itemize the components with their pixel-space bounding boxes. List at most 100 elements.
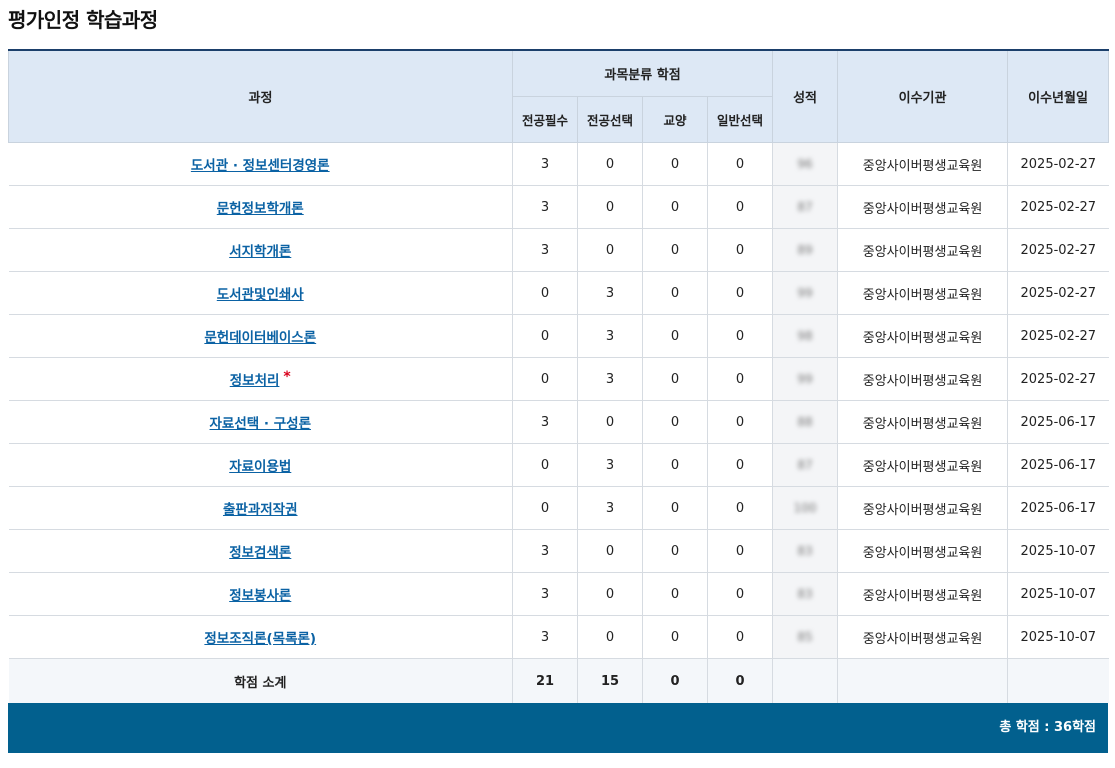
course-link[interactable]: 서지학개론 bbox=[229, 244, 291, 260]
course-link[interactable]: 정보검색론 bbox=[229, 545, 291, 561]
major-elective-cell: 3 bbox=[577, 357, 643, 401]
grade-value-blurred: 85 bbox=[797, 629, 813, 644]
course-cell: 도서관및인쇄사 bbox=[8, 271, 513, 315]
institution-cell: 중앙사이버평생교육원 bbox=[837, 357, 1008, 401]
liberal-arts-cell: 0 bbox=[642, 486, 708, 530]
completion-date-cell: 2025-10-07 bbox=[1007, 615, 1109, 659]
course-link[interactable]: 정보조직론(목록론) bbox=[204, 631, 316, 647]
liberal-arts-cell: 0 bbox=[642, 142, 708, 186]
required-star: * bbox=[283, 369, 291, 385]
course-cell: 문헌데이터베이스론 bbox=[8, 314, 513, 358]
completion-date-cell: 2025-02-27 bbox=[1007, 357, 1109, 401]
liberal-arts-cell: 0 bbox=[642, 400, 708, 444]
header-liberal-arts: 교양 bbox=[642, 96, 708, 143]
course-cell: 문헌정보학개론 bbox=[8, 185, 513, 229]
general-elective-cell: 0 bbox=[706, 271, 773, 315]
major-required-cell: 3 bbox=[512, 572, 578, 616]
major-required-cell: 0 bbox=[512, 486, 578, 530]
major-elective-cell: 0 bbox=[577, 529, 643, 573]
course-link[interactable]: 자료선택 · 구성론 bbox=[210, 416, 311, 432]
course-link[interactable]: 도서관및인쇄사 bbox=[217, 287, 304, 303]
completion-date-cell: 2025-06-17 bbox=[1007, 400, 1109, 444]
table-row: 정보처리 * 0 3 0 0 99 중앙사이버평생교육원 2025-02-27 bbox=[8, 357, 1109, 401]
major-elective-cell: 3 bbox=[577, 443, 643, 487]
general-elective-cell: 0 bbox=[706, 572, 773, 616]
course-link[interactable]: 출판과저작권 bbox=[223, 502, 298, 518]
subtotal-label: 학점 소계 bbox=[8, 658, 513, 703]
completion-date-cell: 2025-10-07 bbox=[1007, 529, 1109, 573]
grade-cell: 88 bbox=[772, 400, 838, 444]
completion-date-cell: 2025-02-27 bbox=[1007, 271, 1109, 315]
table-row: 문헌데이터베이스론 0 3 0 0 98 중앙사이버평생교육원 2025-02-27 bbox=[8, 314, 1109, 358]
course-table-container: 과정 과목분류 학점 성적 이수기관 이수년월일 전공필수 전공선택 교양 일반… bbox=[8, 49, 1110, 753]
grade-cell: 100 bbox=[772, 486, 838, 530]
header-major-required: 전공필수 bbox=[512, 96, 578, 143]
course-link[interactable]: 자료이용법 bbox=[229, 459, 291, 475]
general-elective-cell: 0 bbox=[706, 615, 773, 659]
course-cell: 정보처리 * bbox=[8, 357, 513, 401]
grade-value-blurred: 88 bbox=[797, 414, 813, 429]
grade-value-blurred: 99 bbox=[797, 285, 813, 300]
header-grade: 성적 bbox=[772, 49, 839, 143]
table-row: 문헌정보학개론 3 0 0 0 87 중앙사이버평생교육원 2025-02-27 bbox=[8, 185, 1109, 229]
course-cell: 자료이용법 bbox=[8, 443, 513, 487]
grade-cell: 99 bbox=[772, 357, 838, 401]
total-credits: 총 학점 : 36학점 bbox=[999, 720, 1096, 735]
course-cell: 정보봉사론 bbox=[8, 572, 513, 616]
liberal-arts-cell: 0 bbox=[642, 572, 708, 616]
completion-date-cell: 2025-02-27 bbox=[1007, 142, 1109, 186]
header-category-group: 과목분류 학점 bbox=[511, 49, 774, 97]
completion-date-cell: 2025-06-17 bbox=[1007, 486, 1109, 530]
liberal-arts-cell: 0 bbox=[642, 529, 708, 573]
course-link[interactable]: 정보처리 bbox=[230, 373, 280, 389]
course-link[interactable]: 문헌데이터베이스론 bbox=[204, 330, 316, 346]
major-required-cell: 0 bbox=[512, 271, 578, 315]
subtotal-major-required: 21 bbox=[512, 658, 578, 703]
general-elective-cell: 0 bbox=[706, 228, 773, 272]
institution-cell: 중앙사이버평생교육원 bbox=[837, 228, 1008, 272]
institution-cell: 중앙사이버평생교육원 bbox=[837, 529, 1008, 573]
grade-cell: 87 bbox=[772, 443, 838, 487]
general-elective-cell: 0 bbox=[706, 486, 773, 530]
grade-value-blurred: 96 bbox=[797, 156, 813, 171]
general-elective-cell: 0 bbox=[706, 357, 773, 401]
completion-date-cell: 2025-02-27 bbox=[1007, 314, 1109, 358]
page-title: 평가인정 학습과정 bbox=[8, 8, 158, 32]
liberal-arts-cell: 0 bbox=[642, 228, 708, 272]
grade-value-blurred: 83 bbox=[797, 586, 813, 601]
total-credits-bar: 총 학점 : 36학점 bbox=[8, 703, 1108, 753]
institution-cell: 중앙사이버평생교육원 bbox=[837, 443, 1008, 487]
general-elective-cell: 0 bbox=[706, 185, 773, 229]
major-required-cell: 3 bbox=[512, 228, 578, 272]
header-general-elective: 일반선택 bbox=[706, 96, 774, 143]
grade-cell: 85 bbox=[772, 615, 838, 659]
grade-value-blurred: 87 bbox=[797, 199, 813, 214]
liberal-arts-cell: 0 bbox=[642, 615, 708, 659]
grade-value-blurred: 100 bbox=[793, 500, 817, 515]
table-row: 자료선택 · 구성론 3 0 0 0 88 중앙사이버평생교육원 2025-06-17 bbox=[8, 400, 1109, 444]
liberal-arts-cell: 0 bbox=[642, 185, 708, 229]
liberal-arts-cell: 0 bbox=[642, 443, 708, 487]
table-row: 정보검색론 3 0 0 0 83 중앙사이버평생교육원 2025-10-07 bbox=[8, 529, 1109, 573]
general-elective-cell: 0 bbox=[706, 529, 773, 573]
course-cell: 정보조직론(목록론) bbox=[8, 615, 513, 659]
header-major-elective: 전공선택 bbox=[577, 96, 643, 143]
course-rows: 도서관 · 정보센터경영론 3 0 0 0 96 중앙사이버평생교육원 2025-02-27 문… bbox=[8, 142, 1109, 659]
general-elective-cell: 0 bbox=[706, 142, 773, 186]
grade-cell: 89 bbox=[772, 228, 838, 272]
liberal-arts-cell: 0 bbox=[642, 271, 708, 315]
institution-cell: 중앙사이버평생교육원 bbox=[837, 185, 1008, 229]
major-required-cell: 3 bbox=[512, 400, 578, 444]
major-elective-cell: 3 bbox=[577, 271, 643, 315]
completion-date-cell: 2025-06-17 bbox=[1007, 443, 1109, 487]
course-link[interactable]: 정보봉사론 bbox=[229, 588, 291, 604]
major-elective-cell: 3 bbox=[577, 314, 643, 358]
general-elective-cell: 0 bbox=[706, 443, 773, 487]
major-required-cell: 3 bbox=[512, 185, 578, 229]
subtotal-date-empty bbox=[1007, 658, 1109, 703]
major-required-cell: 3 bbox=[512, 529, 578, 573]
course-link[interactable]: 문헌정보학개론 bbox=[217, 201, 304, 217]
course-cell: 서지학개론 bbox=[8, 228, 513, 272]
liberal-arts-cell: 0 bbox=[642, 314, 708, 358]
course-link[interactable]: 도서관 · 정보센터경영론 bbox=[191, 158, 330, 174]
